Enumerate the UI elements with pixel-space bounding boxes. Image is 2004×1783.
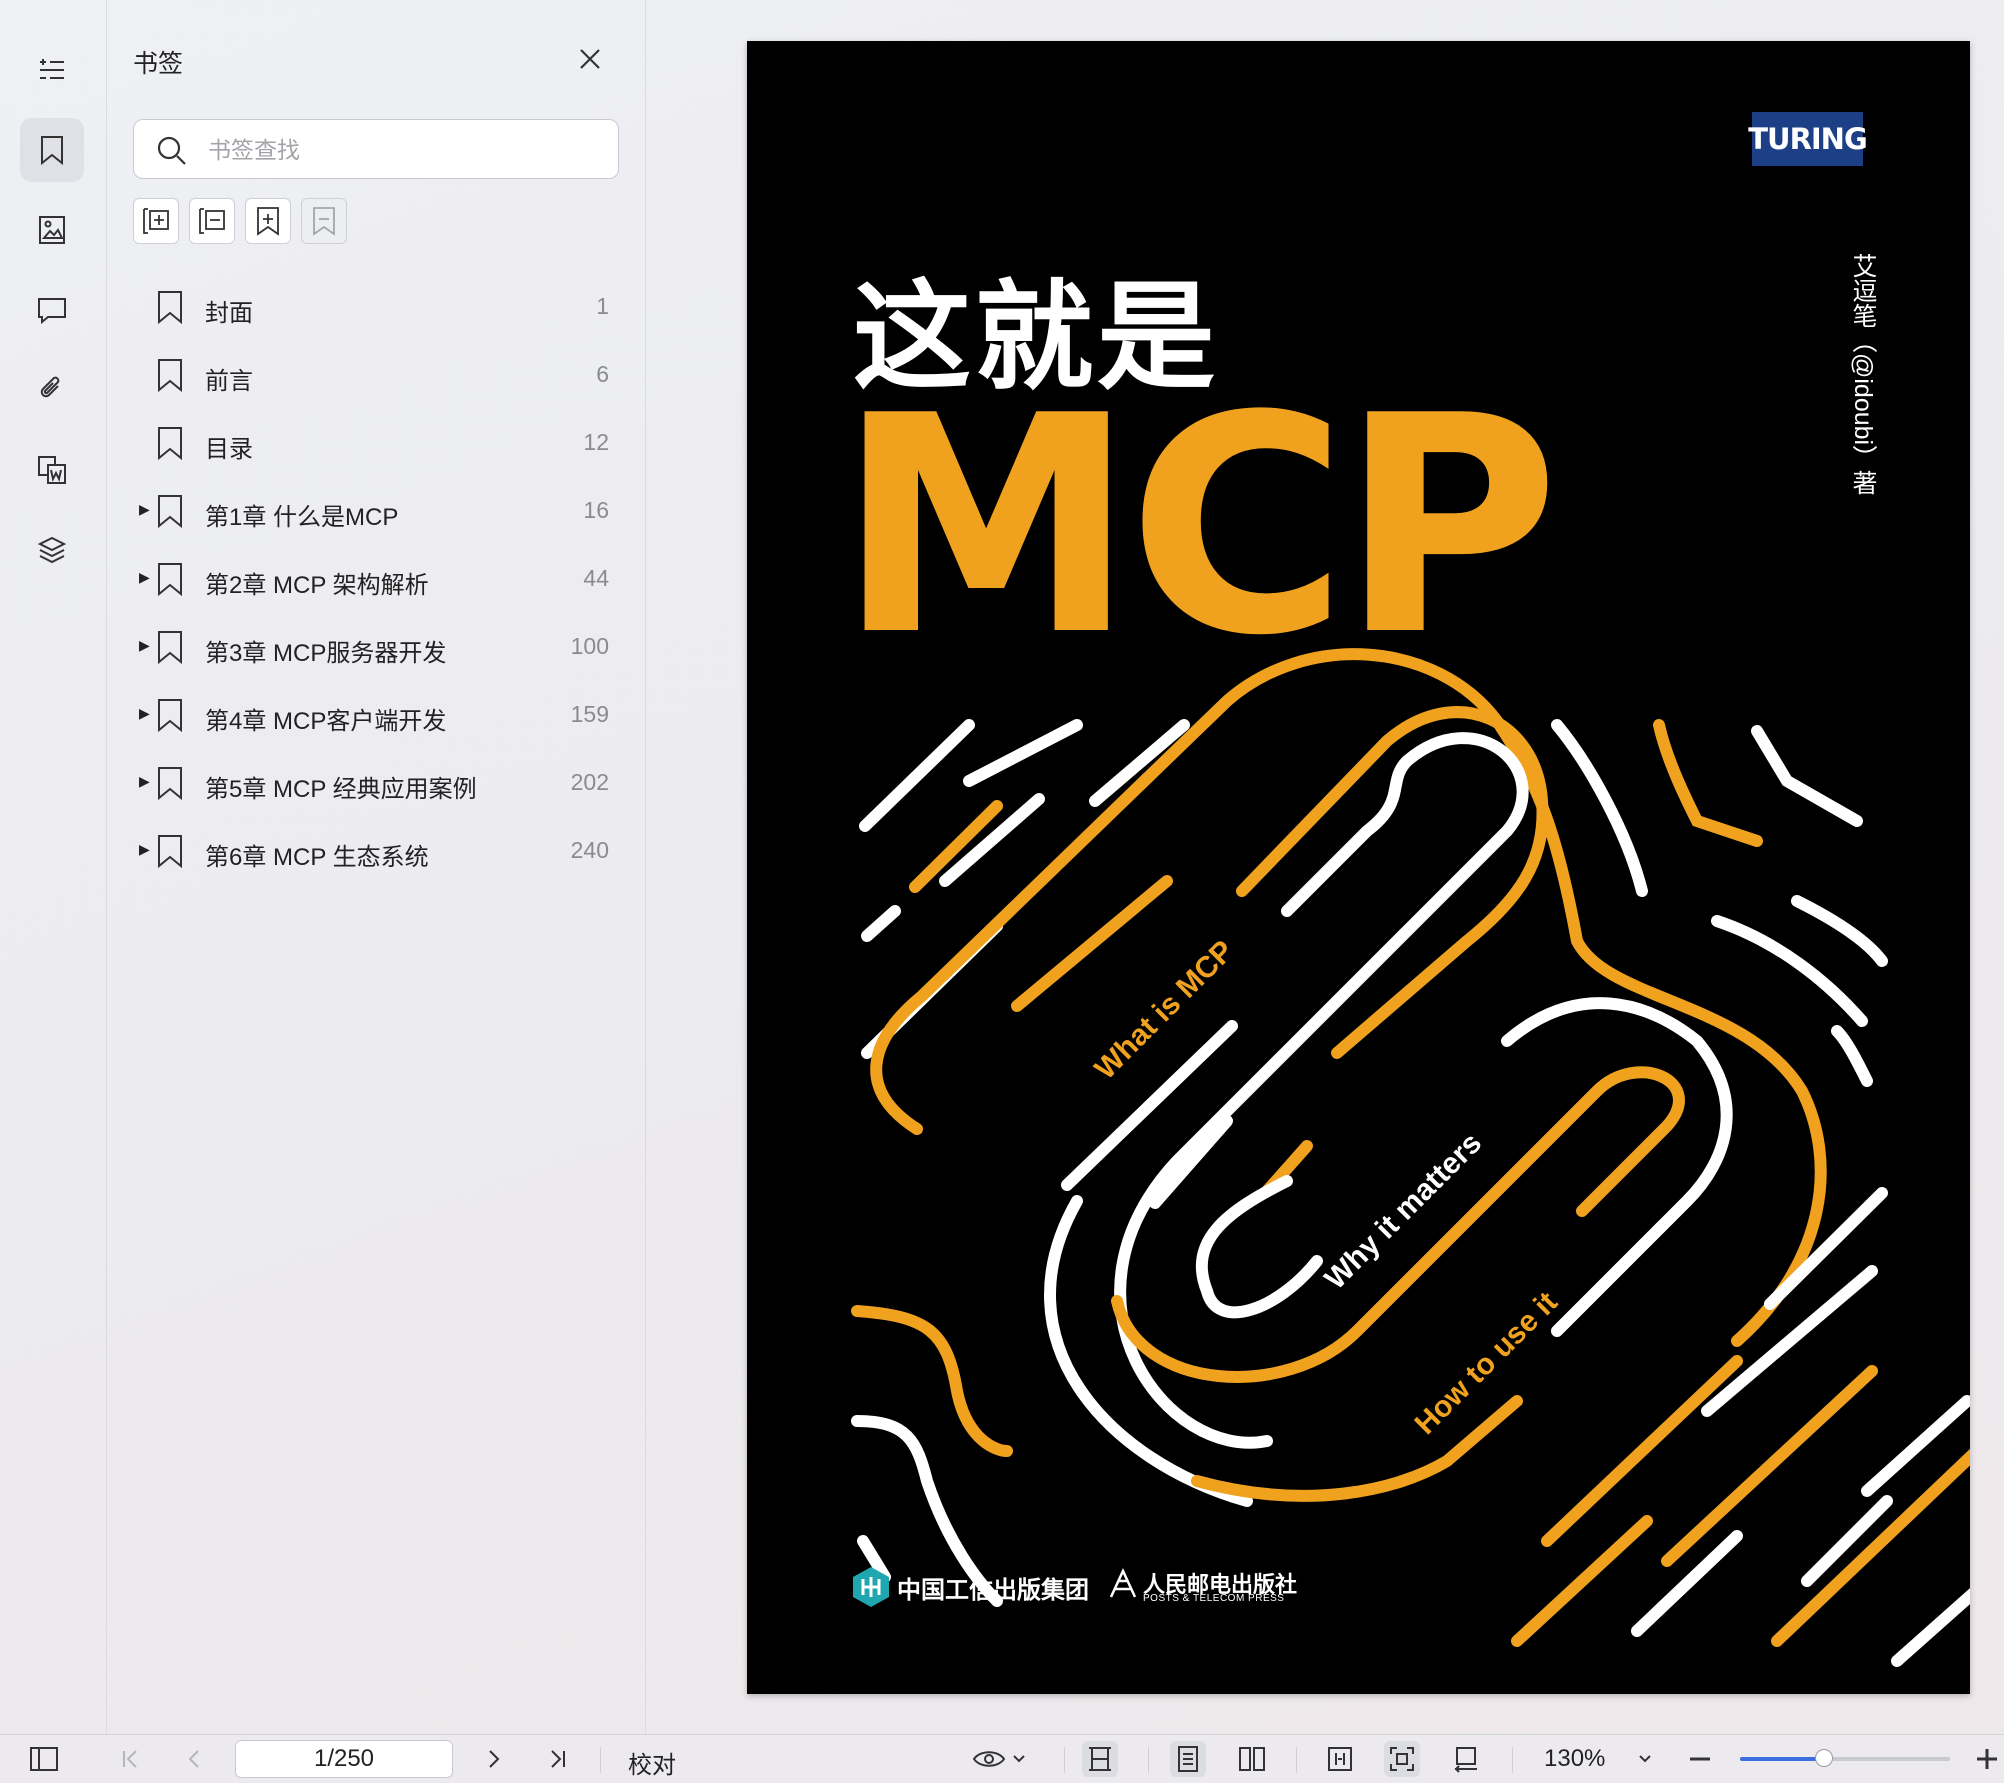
divider (600, 1747, 601, 1773)
bookmark-item[interactable]: 目录 12 (107, 411, 645, 479)
bookmark-label: 第5章 MCP 经典应用案例 (205, 776, 477, 803)
publisher-group: 中国工信出版集团 (897, 1577, 1089, 1604)
collapse-all-button[interactable] (189, 198, 235, 244)
cover-line-art: What is MCP Why it matters How to use it (851, 648, 1970, 1667)
thumbnail-icon[interactable] (20, 198, 84, 262)
single-page-icon[interactable] (1170, 1741, 1206, 1777)
comment-icon[interactable] (20, 278, 84, 342)
divider (1148, 1747, 1149, 1773)
first-page-icon[interactable] (112, 1741, 148, 1777)
attachment-icon[interactable] (20, 358, 84, 422)
bookmark-label: 第2章 MCP 架构解析 (205, 572, 429, 599)
bookmark-icon (155, 357, 185, 398)
bookmark-item[interactable]: ▶ 第5章 MCP 经典应用案例 202 (107, 751, 645, 819)
zoom-value[interactable]: 130% (1544, 1745, 1605, 1773)
bookmark-label: 第6章 MCP 生态系统 (205, 844, 429, 871)
bookmark-icon (155, 765, 185, 806)
bookmark-item[interactable]: ▶ 第2章 MCP 架构解析 44 (107, 547, 645, 615)
layers-icon[interactable] (20, 518, 84, 582)
miit-logo-icon (853, 1567, 889, 1607)
bookmark-item[interactable]: ▶ 第1章 什么是MCP 16 (107, 479, 645, 547)
bookmark-search-input[interactable] (206, 132, 600, 168)
zoom-slider-fill (1740, 1757, 1824, 1761)
bookmark-icon (155, 697, 185, 738)
bookmark-page-number: 16 (583, 497, 609, 523)
tool-rail (0, 0, 107, 1734)
bookmark-panel-icon[interactable] (20, 118, 84, 182)
divider (1296, 1747, 1297, 1773)
bookmark-label: 目录 (205, 436, 253, 463)
outline-toggle-icon[interactable] (20, 38, 84, 102)
bookmark-icon (155, 425, 185, 466)
bookmark-icon (155, 493, 185, 534)
proofread-button[interactable]: 校对 (628, 1745, 676, 1780)
two-page-icon[interactable] (1234, 1741, 1270, 1777)
search-icon (156, 135, 188, 172)
publisher-name-en: POSTS & TELECOM PRESS (1143, 1593, 1285, 1604)
close-icon[interactable] (575, 44, 605, 74)
divider (1064, 1747, 1065, 1773)
bookmark-page-number: 159 (570, 701, 609, 727)
bookmark-label: 第1章 什么是MCP (205, 504, 399, 531)
bookmark-icon (155, 629, 185, 670)
fit-page-icon[interactable] (1322, 1741, 1358, 1777)
bookmark-search-box (133, 119, 619, 179)
expand-caret-icon[interactable]: ▶ (139, 773, 150, 790)
full-screen-icon[interactable] (1384, 1741, 1420, 1777)
document-page[interactable]: TURING 这就是 MCP 艾逗笔（@idoubi）著 What is MCP… (747, 41, 1970, 1694)
zoom-slider-knob[interactable] (1815, 1749, 1833, 1767)
add-bookmark-button[interactable] (245, 198, 291, 244)
bookmark-item[interactable]: ▶ 第6章 MCP 生态系统 240 (107, 819, 645, 887)
expand-caret-icon[interactable]: ▶ (139, 569, 150, 586)
bookmark-page-number: 240 (570, 837, 609, 863)
expand-caret-icon[interactable]: ▶ (139, 501, 150, 518)
expand-caret-icon[interactable]: ▶ (139, 841, 150, 858)
expand-caret-icon[interactable]: ▶ (139, 637, 150, 654)
bookmark-icon (155, 289, 185, 330)
bookmark-page-number: 202 (570, 769, 609, 795)
zoom-out-icon[interactable] (1682, 1741, 1718, 1777)
tagline-what: What is MCP (1089, 934, 1241, 1086)
remove-bookmark-button[interactable] (301, 198, 347, 244)
tagline-how: How to use it (1409, 1286, 1564, 1441)
tagline-why: Why it matters (1319, 1126, 1489, 1296)
sidebar-toggle-icon[interactable] (26, 1741, 62, 1777)
zoom-in-icon[interactable] (1974, 1741, 2000, 1777)
fit-width-icon[interactable] (1082, 1741, 1118, 1777)
bookmark-item[interactable]: 前言 6 (107, 343, 645, 411)
bookmark-item[interactable]: ▶ 第3章 MCP服务器开发 100 (107, 615, 645, 683)
bookmark-label: 第4章 MCP客户端开发 (205, 708, 447, 735)
ptpress-logo-icon (1109, 1568, 1137, 1598)
zoom-dropdown-chevron-icon[interactable] (1630, 1741, 1660, 1777)
bookmark-label: 前言 (205, 368, 253, 395)
bookmark-page-number: 100 (570, 633, 609, 659)
view-mode-eye-icon[interactable] (970, 1741, 1030, 1777)
panel-title: 书签 (133, 50, 184, 78)
bookmark-page-number: 6 (596, 361, 609, 387)
previous-page-icon[interactable] (176, 1741, 212, 1777)
zoom-slider[interactable] (1740, 1749, 1950, 1767)
next-page-icon[interactable] (476, 1741, 512, 1777)
expand-all-button[interactable] (133, 198, 179, 244)
bookmark-panel: 书签 封面 1 前言 6 目录 12 (107, 0, 646, 1734)
bookmark-item[interactable]: ▶ 第4章 MCP客户端开发 159 (107, 683, 645, 751)
rotate-page-icon[interactable] (1448, 1741, 1484, 1777)
bookmark-page-number: 1 (596, 293, 609, 319)
status-bar: 1/250 校对 130% (0, 1734, 2004, 1783)
page-number-input[interactable]: 1/250 (235, 1740, 453, 1778)
last-page-icon[interactable] (540, 1741, 576, 1777)
bookmark-icon (155, 833, 185, 874)
bookmark-label: 第3章 MCP服务器开发 (205, 640, 447, 667)
bookmark-page-number: 44 (583, 565, 609, 591)
bookmark-page-number: 12 (583, 429, 609, 455)
bookmark-icon (155, 561, 185, 602)
bookmark-item[interactable]: 封面 1 (107, 275, 645, 343)
expand-caret-icon[interactable]: ▶ (139, 705, 150, 722)
page-word-icon[interactable] (20, 438, 84, 502)
bookmark-label: 封面 (205, 300, 253, 327)
divider (1512, 1747, 1513, 1773)
